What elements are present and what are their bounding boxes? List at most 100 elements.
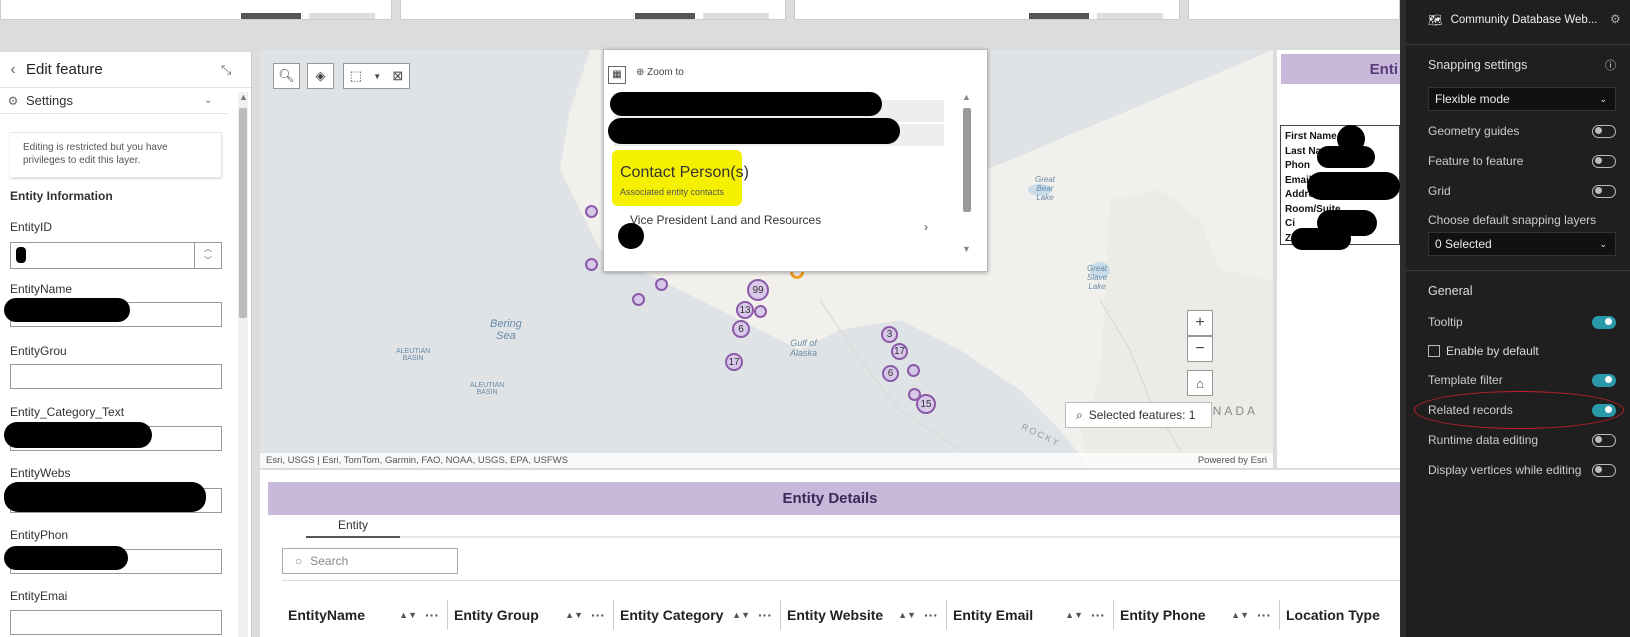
clear-selection-icon[interactable]: ⊠ — [392, 68, 403, 84]
aleutian-label-2: ALEUTIAN BASIN — [470, 382, 504, 396]
template-filter-toggle[interactable] — [1592, 373, 1616, 387]
entityemail-field[interactable] — [10, 610, 222, 635]
scrollbar[interactable]: ▲ — [238, 92, 248, 637]
scroll-thumb[interactable] — [963, 108, 971, 212]
settings-label: Settings — [26, 93, 73, 108]
cluster-marker[interactable]: 6 — [882, 365, 899, 382]
grid-toggle[interactable] — [1592, 184, 1616, 198]
point-marker[interactable] — [907, 364, 920, 377]
enable-default-row: Enable by default — [1428, 341, 1616, 361]
column-header[interactable]: Entity Email ▲▼ ··· — [947, 600, 1114, 630]
point-marker[interactable] — [585, 205, 598, 218]
point-marker[interactable] — [908, 388, 921, 401]
grid-icon[interactable]: ▦ — [608, 66, 626, 84]
geometry-guides-toggle[interactable] — [1592, 124, 1616, 138]
scroll-up-icon[interactable]: ▲ — [239, 92, 248, 102]
entityid-stepper[interactable]: ︿ ﹀ — [10, 242, 222, 269]
gear-icon[interactable]: ⚙ — [1610, 12, 1621, 26]
more-icon[interactable]: ··· — [425, 607, 439, 623]
home-icon[interactable]: ⌂ — [1187, 370, 1213, 396]
snapping-mode-select[interactable]: Flexible mode ⌄ — [1428, 87, 1616, 111]
sort-icon[interactable]: ▲▼ — [732, 610, 750, 620]
chevron-right-icon[interactable]: › — [924, 220, 928, 234]
zoom-to-text: Zoom to — [647, 67, 684, 78]
column-header[interactable]: Entity Group ▲▼ ··· — [448, 600, 614, 630]
collapse-icon[interactable]: ⤡ — [221, 62, 251, 78]
zoom-to-button[interactable]: ⊕ Zoom to — [636, 67, 684, 78]
search-icon[interactable]: 🔍︎ — [273, 63, 300, 89]
column-header[interactable]: Entity Phone ▲▼ ··· — [1114, 600, 1280, 630]
search-input[interactable]: ○ Search — [282, 548, 458, 574]
card-button[interactable] — [1029, 13, 1089, 19]
chevron-down-icon: ⌄ — [1599, 238, 1607, 249]
point-marker[interactable] — [632, 293, 645, 306]
cluster-marker[interactable]: 99 — [747, 279, 769, 301]
zoom-out-button[interactable]: − — [1187, 336, 1213, 362]
runtime-editing-row: Runtime data editing — [1428, 430, 1616, 450]
card-button[interactable] — [309, 13, 375, 19]
scroll-thumb[interactable] — [239, 108, 247, 318]
card-button[interactable] — [241, 13, 301, 19]
entitygroup-field[interactable] — [10, 364, 222, 389]
top-card-4 — [1188, 0, 1400, 20]
app-title-row: 🗺︎ Community Database Web... — [1428, 11, 1618, 29]
stepper-arrows-icon[interactable]: ︿ ﹀ — [194, 243, 221, 268]
aleutian-text: ALEUTIAN BASIN — [470, 382, 505, 396]
card-button[interactable] — [703, 13, 769, 19]
more-icon[interactable]: ··· — [1091, 607, 1105, 623]
snapping-layers-select[interactable]: 0 Selected ⌄ — [1428, 232, 1616, 256]
layers-icon[interactable]: ◈ — [307, 63, 334, 89]
sort-icon[interactable]: ▲▼ — [898, 610, 916, 620]
column-header[interactable]: Entity Category ▲▼ ··· — [614, 600, 781, 630]
sort-icon[interactable]: ▲▼ — [565, 610, 583, 620]
chevron-down-icon[interactable]: ▼ — [373, 72, 381, 81]
select-icon[interactable]: ⬚ — [350, 68, 362, 84]
divider — [1406, 270, 1630, 271]
point-marker[interactable] — [585, 258, 598, 271]
cluster-marker[interactable]: 13 — [736, 301, 754, 319]
row-label: Display vertices while editing — [1428, 463, 1582, 477]
sort-icon[interactable]: ▲▼ — [1231, 610, 1249, 620]
more-icon[interactable]: ··· — [1257, 607, 1271, 623]
search-placeholder: Search — [310, 554, 349, 568]
scroll-up-icon[interactable]: ▲ — [962, 92, 971, 102]
more-icon[interactable]: ··· — [924, 607, 938, 623]
selected-features-button[interactable]: ⌕ Selected features: 1 — [1065, 402, 1212, 428]
select-tool[interactable]: ⬚ ▼ ⊠ — [343, 63, 410, 89]
gulf-of-alaska-label: Gulf of Alaska — [790, 338, 817, 358]
related-record[interactable]: Vice President Land and Resources — [630, 213, 930, 227]
scroll-down-icon[interactable]: ▼ — [962, 244, 971, 254]
zoom-in-button[interactable]: + — [1187, 310, 1213, 336]
back-icon[interactable]: ‹ — [0, 61, 26, 79]
tab-entity[interactable]: Entity — [306, 514, 400, 538]
settings-row[interactable]: ⚙ Settings ⌄ — [0, 88, 228, 114]
cluster-marker[interactable]: 6 — [732, 320, 750, 338]
enable-default-checkbox[interactable] — [1428, 345, 1440, 357]
sort-icon[interactable]: ▲▼ — [399, 610, 417, 620]
more-icon[interactable]: ··· — [758, 607, 772, 623]
column-header[interactable]: Entity Website ▲▼ ··· — [781, 600, 947, 630]
annotation-circle — [1414, 391, 1624, 429]
great-slave-lake-label: Great Slave Lake — [1087, 264, 1107, 291]
column-header[interactable]: Location Type — [1280, 600, 1400, 630]
runtime-editing-toggle[interactable] — [1592, 433, 1616, 447]
card-button[interactable] — [1097, 13, 1163, 19]
info-icon[interactable]: ⓘ — [1605, 57, 1616, 73]
column-header[interactable]: EntityName ▲▼ ··· — [282, 600, 448, 630]
sort-icon[interactable]: ▲▼ — [1065, 610, 1083, 620]
redaction — [1307, 172, 1400, 200]
column-label: Entity Category — [620, 607, 724, 623]
point-marker[interactable] — [655, 278, 668, 291]
tooltip-toggle[interactable] — [1592, 315, 1616, 329]
cluster-marker[interactable]: 17 — [725, 353, 743, 371]
cluster-marker[interactable]: 3 — [881, 326, 898, 343]
feature-to-feature-toggle[interactable] — [1592, 154, 1616, 168]
cluster-marker[interactable]: 17 — [891, 343, 908, 360]
popup-scrollbar[interactable]: ▲ ▼ — [960, 92, 974, 262]
point-marker[interactable] — [754, 305, 767, 318]
field-label: EntityGrou — [10, 344, 67, 358]
card-button[interactable] — [635, 13, 695, 19]
display-vertices-toggle[interactable] — [1592, 463, 1616, 477]
more-icon[interactable]: ··· — [591, 607, 605, 623]
edit-feature-panel: ‹ Edit feature ⤡ ⚙ Settings ⌄ ▲ Editing … — [0, 52, 252, 637]
